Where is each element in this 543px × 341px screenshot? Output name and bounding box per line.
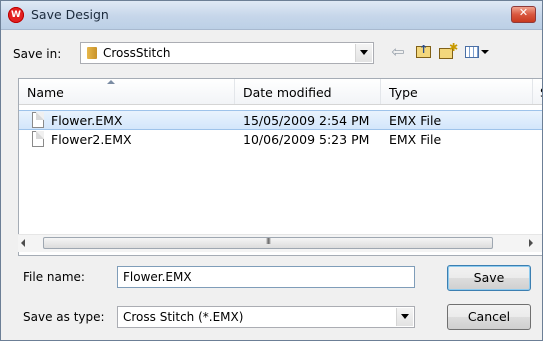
column-header-size[interactable]: S <box>533 79 542 104</box>
scroll-right-icon[interactable] <box>529 239 533 247</box>
save-in-value: CrossStitch <box>103 46 171 60</box>
save-in-dropdown[interactable]: CrossStitch <box>80 42 374 64</box>
views-menu-icon[interactable] <box>463 42 493 62</box>
save-as-type-dropdown[interactable]: Cross Stitch (*.EMX) <box>117 306 415 328</box>
chevron-down-icon[interactable] <box>355 44 372 62</box>
file-row[interactable]: Flower2.EMX 10/06/2009 5:23 PM EMX File <box>19 130 542 150</box>
scroll-left-icon[interactable] <box>21 239 25 247</box>
column-header-type[interactable]: Type <box>381 79 533 104</box>
column-header-type-label: Type <box>389 85 418 100</box>
column-header-date-label: Date modified <box>243 85 332 100</box>
file-name: Flower.EMX <box>51 113 123 128</box>
horizontal-scrollbar[interactable] <box>18 234 542 252</box>
title-bar[interactable]: W Save Design <box>1 1 542 30</box>
file-date: 10/06/2009 5:23 PM <box>243 132 370 147</box>
column-header-row: Name Date modified Type S <box>19 79 542 105</box>
new-folder-icon[interactable]: ✱ <box>437 41 459 62</box>
save-in-label: Save in: <box>13 47 62 61</box>
column-header-name-label: Name <box>27 85 64 100</box>
file-row-selected[interactable]: Flower.EMX 15/05/2009 2:54 PM EMX File <box>19 110 542 130</box>
file-name-label: File name: <box>23 270 85 284</box>
file-name-input[interactable]: Flower.EMX <box>117 266 415 288</box>
chevron-down-icon[interactable] <box>396 308 413 326</box>
file-list[interactable]: Name Date modified Type S Flower.EMX 15/… <box>18 78 542 256</box>
save-design-dialog: W Save Design Save in: CrossStitch ⇦ ✱ N… <box>0 0 543 341</box>
file-name: Flower2.EMX <box>51 132 132 147</box>
save-as-type-label: Save as type: <box>23 310 105 324</box>
column-header-name[interactable]: Name <box>19 79 235 104</box>
file-date: 15/05/2009 2:54 PM <box>243 113 370 128</box>
save-button[interactable]: Save <box>447 265 531 291</box>
up-one-level-icon[interactable] <box>413 42 435 62</box>
window-title: Save Design <box>31 7 109 22</box>
sort-ascending-icon <box>107 80 115 84</box>
folder-icon <box>87 47 97 59</box>
cancel-button[interactable]: Cancel <box>447 304 531 330</box>
file-icon <box>32 112 44 128</box>
app-logo-letter: W <box>11 10 21 20</box>
file-icon <box>32 131 44 147</box>
file-type: EMX File <box>389 132 442 147</box>
back-arrow-icon[interactable]: ⇦ <box>387 42 409 62</box>
scrollbar-thumb[interactable] <box>43 237 493 249</box>
close-button[interactable] <box>511 6 536 23</box>
save-as-type-value: Cross Stitch (*.EMX) <box>123 310 244 324</box>
app-logo-icon: W <box>8 7 24 23</box>
file-type: EMX File <box>389 113 442 128</box>
column-header-date-modified[interactable]: Date modified <box>235 79 381 104</box>
